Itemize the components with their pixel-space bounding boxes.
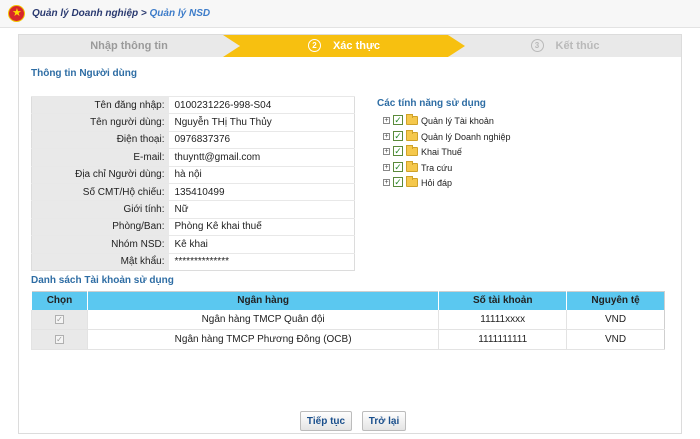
accounts-title: Danh sách Tài khoản sử dụng [31, 275, 174, 286]
user-info-row: Số CMT/Hộ chiếu: 135410499 [31, 182, 355, 201]
user-info-row: Giới tính: Nữ [31, 200, 355, 219]
info-label: E-mail: [31, 148, 169, 167]
step-xac-thuc: 2 Xác thực [223, 35, 465, 57]
info-label: Phòng/Ban: [31, 217, 169, 236]
column-header-chon: Chọn [31, 291, 88, 310]
continue-button[interactable]: Tiếp tục [300, 411, 352, 431]
info-value: 135410499 [168, 182, 355, 201]
features-title: Các tính năng sử dụng [377, 98, 486, 109]
app-header: ★ Quản lý Doanh nghiệp > Quản lý NSD [0, 0, 700, 28]
feature-label: Tra cứu [421, 162, 453, 173]
info-value: thuyntt@gmail.com [168, 148, 355, 167]
info-label: Tên người dùng: [31, 113, 169, 132]
expand-plus-icon[interactable]: + [383, 117, 390, 124]
info-label: Giới tính: [31, 200, 169, 219]
feature-label: Quản lý Tài khoản [421, 116, 494, 126]
national-emblem-icon: ★ [8, 5, 25, 22]
column-header-so-tai-khoan: Số tài khoản [438, 291, 567, 310]
table-row: ✓ Ngân hàng TMCP Quân đội 11111xxxx VND [31, 309, 665, 330]
info-label: Tên đăng nhập: [31, 95, 169, 114]
user-info-row: Nhóm NSD: Kê khai [31, 235, 355, 254]
info-label: Điện thoại: [31, 130, 169, 149]
expand-plus-icon[interactable]: + [383, 132, 390, 140]
user-info-row: Tên đăng nhập: 0100231226-998-S04 [31, 95, 355, 114]
back-button[interactable]: Trở lại [362, 411, 406, 431]
account-number-cell: 11111xxxx [438, 309, 567, 330]
expand-plus-icon[interactable]: + [383, 148, 390, 155]
folder-icon [406, 176, 418, 187]
user-info-table: Tên đăng nhập: 0100231226-998-S04 Tên ngườ… [31, 95, 355, 271]
user-info-title: Thông tin Người dùng [31, 68, 137, 79]
currency-cell: VND [566, 309, 665, 330]
currency-cell: VND [566, 329, 665, 350]
column-header-ngan-hang: Ngân hàng [86, 291, 439, 310]
bank-name-cell: Ngân hàng TMCP Quân đội [86, 309, 439, 330]
folder-icon [406, 160, 418, 172]
user-info-row: Mật khẩu: ************** [31, 252, 355, 271]
folder-icon [406, 129, 418, 141]
step-number-icon: 3 [530, 39, 544, 52]
table-row: ✓ Ngân hàng TMCP Phương Đông (OCB) 1111111… [31, 329, 665, 350]
folder-icon [406, 114, 418, 125]
bank-name-cell: Ngân hàng TMCP Phương Đông (OCB) [86, 329, 439, 350]
info-value: 0976837376 [168, 130, 355, 149]
user-info-row: Điện thoại: 0976837376 [31, 130, 355, 149]
account-checkbox[interactable]: ✓ [54, 334, 64, 344]
breadcrumb-current: Quản lý NSD [149, 8, 211, 19]
expand-plus-icon[interactable]: + [383, 179, 390, 186]
info-value: Nữ [168, 200, 355, 219]
info-value: 0100231226-998-S04 [168, 95, 355, 114]
user-info-row: E-mail: thuyntt@gmail.com [31, 148, 355, 167]
info-label: Nhóm NSD: [31, 235, 169, 254]
breadcrumb: Quản lý Doanh nghiệp > Quản lý NSD [32, 8, 210, 19]
breadcrumb-separator: > [140, 8, 147, 19]
info-label: Mật khẩu: [31, 252, 169, 271]
feature-label: Khai Thuế [421, 147, 462, 157]
user-info-row: Tên người dùng: Nguyễn THị Thu Thủy [31, 113, 355, 132]
folder-icon [406, 145, 418, 156]
expand-plus-icon[interactable]: + [383, 163, 390, 171]
accounts-table: Chọn Ngân hàng Số tài khoản Nguyên tệ ✓ N… [31, 291, 665, 350]
feature-checkbox[interactable]: ✓ [393, 146, 403, 156]
step-label: Nhập thông tin [90, 40, 168, 52]
step-label: Kết thúc [555, 40, 600, 52]
step-ket-thuc: 3 Kết thúc [449, 35, 681, 57]
feature-checkbox[interactable]: ✓ [393, 161, 403, 172]
feature-label: Quản lý Doanh nghiệp [421, 131, 511, 142]
step-nhap-thong-tin: Nhập thông tin [19, 35, 239, 57]
feature-label: Hỏi đáp [421, 178, 453, 188]
wizard-steps: Nhập thông tin 2 Xác thực 3 Kết thúc [19, 35, 681, 57]
info-value: ************** [168, 252, 355, 271]
select-cell: ✓ [31, 329, 88, 350]
info-label: Số CMT/Hộ chiếu: [31, 182, 169, 201]
feature-checkbox[interactable]: ✓ [393, 130, 403, 141]
info-value: Nguyễn THị Thu Thủy [168, 113, 355, 132]
user-info-row: Phòng/Ban: Phòng Kê khai thuế [31, 217, 355, 236]
info-value: hà nội [168, 165, 355, 184]
info-value: Phòng Kê khai thuế [168, 217, 355, 236]
user-info-row: Địa chỉ Người dùng: hà nội [31, 165, 355, 184]
account-checkbox[interactable]: ✓ [54, 314, 64, 324]
step-label: Xác thực [332, 40, 381, 52]
feature-checkbox[interactable]: ✓ [393, 115, 403, 125]
feature-checkbox[interactable]: ✓ [393, 177, 403, 187]
info-label: Địa chỉ Người dùng: [31, 165, 169, 184]
step-number-icon: 2 [307, 39, 321, 52]
info-value: Kê khai [168, 235, 355, 254]
main-panel: Nhập thông tin 2 Xác thực 3 Kết thúc Thông… [18, 34, 682, 434]
select-cell: ✓ [31, 309, 88, 330]
account-number-cell: 1111111111 [438, 329, 567, 350]
breadcrumb-parent[interactable]: Quản lý Doanh nghiệp [32, 8, 138, 19]
column-header-nguyen-te: Nguyên tệ [566, 291, 665, 310]
accounts-header-row: Chọn Ngân hàng Số tài khoản Nguyên tệ [31, 291, 665, 310]
